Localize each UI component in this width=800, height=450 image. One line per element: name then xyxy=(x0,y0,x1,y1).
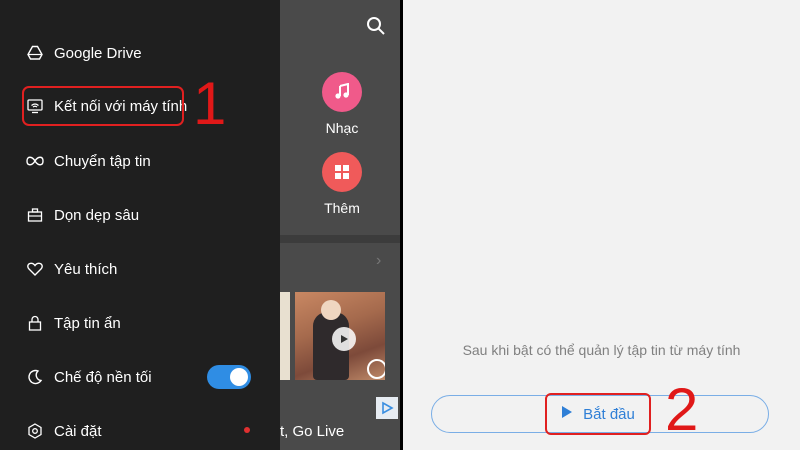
select-circle-icon[interactable] xyxy=(367,359,385,379)
menu-item-google-drive[interactable]: Google Drive xyxy=(0,35,280,71)
thumbnail-partial[interactable] xyxy=(280,292,290,380)
play-icon xyxy=(561,405,573,423)
search-icon[interactable] xyxy=(366,16,386,36)
menu-item-label: Chuyển tập tin xyxy=(54,152,151,170)
live-text: t, Go Live xyxy=(280,423,345,440)
lock-icon xyxy=(26,314,44,332)
menu-item-label: Cài đặt xyxy=(54,422,102,440)
artwork-head xyxy=(321,300,341,320)
more-tile[interactable]: Thêm xyxy=(312,152,372,216)
background-app-content: Nhạc Thêm › t, Go Live xyxy=(280,0,400,450)
dark-mode-toggle[interactable] xyxy=(207,365,251,389)
step1-highlight-box xyxy=(22,86,184,126)
infinity-transfer-icon xyxy=(26,152,44,170)
start-button-content[interactable]: Bắt đầu xyxy=(547,395,649,433)
step2-number: 2 xyxy=(665,376,699,443)
ad-choices-icon[interactable] xyxy=(376,397,398,419)
menu-item-transfer-files[interactable]: Chuyển tập tin xyxy=(0,143,280,179)
music-tile[interactable]: Nhạc xyxy=(312,72,372,136)
briefcase-clean-icon xyxy=(26,206,44,224)
video-thumbnail[interactable] xyxy=(295,292,385,380)
grid-icon xyxy=(322,152,362,192)
google-drive-icon xyxy=(26,44,44,62)
right-phone-screen: Sau khi bật có thể quản lý tập tin từ má… xyxy=(403,0,800,450)
menu-item-hidden-files[interactable]: Tập tin ẩn xyxy=(0,305,280,341)
menu-item-settings[interactable]: Cài đặt xyxy=(0,413,280,449)
left-phone-screen: Nhạc Thêm › t, Go Live Google Drive Kết … xyxy=(0,0,400,450)
gear-icon xyxy=(26,422,44,440)
menu-item-label: Google Drive xyxy=(54,44,142,62)
notification-dot xyxy=(244,427,250,433)
menu-item-label: Dọn dẹp sâu xyxy=(54,206,140,224)
heart-icon xyxy=(26,260,44,278)
menu-item-favorites[interactable]: Yêu thích xyxy=(0,251,280,287)
music-note-icon xyxy=(322,72,362,112)
navigation-drawer: Google Drive Kết nối với máy tính Chuyển… xyxy=(0,0,280,450)
menu-item-label: Yêu thích xyxy=(54,260,118,278)
chevron-right-icon[interactable]: › xyxy=(376,252,381,270)
step2-highlight-box: Bắt đầu xyxy=(545,393,651,435)
menu-item-deep-clean[interactable]: Dọn dẹp sâu xyxy=(0,197,280,233)
section-divider xyxy=(280,235,400,243)
menu-item-label: Tập tin ẩn xyxy=(54,314,121,332)
screenshot-frame: Nhạc Thêm › t, Go Live Google Drive Kết … xyxy=(0,0,800,450)
hint-text: Sau khi bật có thể quản lý tập tin từ má… xyxy=(462,342,741,358)
menu-item-label: Chế độ nền tối xyxy=(54,368,152,386)
step1-number: 1 xyxy=(193,70,227,137)
play-icon[interactable] xyxy=(332,327,356,351)
moon-icon xyxy=(26,368,44,386)
music-tile-label: Nhạc xyxy=(325,120,359,136)
toggle-knob xyxy=(230,368,248,386)
more-tile-label: Thêm xyxy=(324,200,360,216)
start-button-label: Bắt đầu xyxy=(583,405,635,423)
